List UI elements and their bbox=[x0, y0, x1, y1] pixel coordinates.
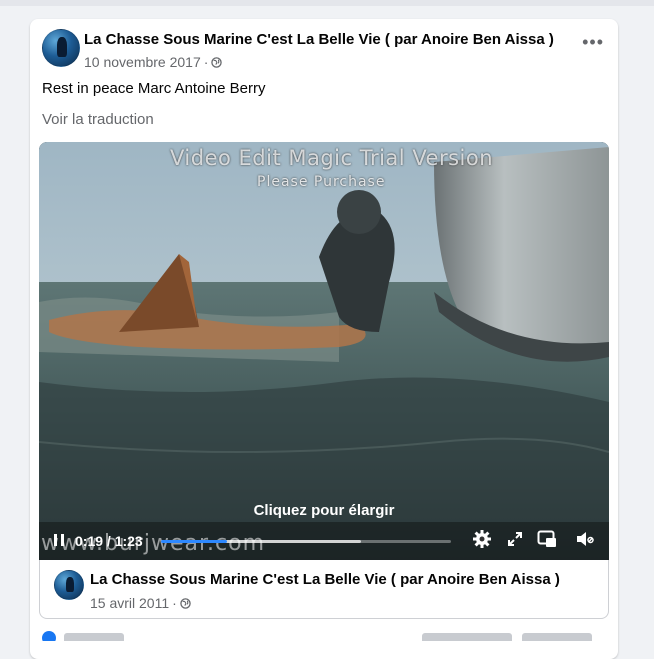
post-card: La Chasse Sous Marine C'est La Belle Vie… bbox=[30, 19, 618, 659]
meta-separator: · bbox=[203, 54, 209, 70]
shared-separator: · bbox=[172, 595, 177, 611]
video-watermark-subtitle: Please Purchase bbox=[257, 174, 386, 190]
like-reaction-icon bbox=[42, 631, 56, 641]
see-translation-link[interactable]: Voir la traduction bbox=[42, 111, 154, 128]
post-meta: 10 novembre 2017 · bbox=[84, 54, 223, 70]
more-options-icon[interactable]: ••• bbox=[582, 33, 604, 51]
picture-in-picture-icon[interactable] bbox=[537, 530, 557, 548]
shared-author[interactable]: La Chasse Sous Marine C'est La Belle Vie… bbox=[90, 571, 560, 588]
video-frame bbox=[39, 142, 609, 560]
pause-icon[interactable] bbox=[52, 532, 66, 548]
fullscreen-icon[interactable] bbox=[507, 531, 523, 547]
video-watermark-title: Video Edit Magic Trial Version bbox=[170, 146, 494, 170]
shared-meta: 15 avril 2011 · bbox=[90, 595, 191, 611]
played-fill bbox=[161, 540, 228, 543]
video-time: 0:19 / 1:23 bbox=[75, 533, 143, 549]
shared-date[interactable]: 15 avril 2011 bbox=[90, 595, 169, 611]
post-author[interactable]: La Chasse Sous Marine C'est La Belle Vie… bbox=[84, 31, 554, 48]
progress-bar[interactable] bbox=[161, 540, 451, 543]
video-player[interactable]: Video Edit Magic Trial Version Please Pu… bbox=[39, 142, 609, 560]
expand-video-link[interactable]: Cliquez pour élargir bbox=[39, 502, 609, 519]
post-date[interactable]: 10 novembre 2017 bbox=[84, 54, 201, 70]
post-text: Rest in peace Marc Antoine Berry bbox=[42, 80, 266, 97]
page-avatar[interactable] bbox=[42, 29, 80, 67]
settings-gear-icon[interactable] bbox=[472, 529, 492, 549]
video-controls: 0:19 / 1:23 bbox=[39, 526, 609, 556]
shared-page-avatar[interactable] bbox=[54, 570, 84, 600]
top-divider bbox=[0, 0, 654, 6]
reactions-row-peek bbox=[42, 631, 602, 641]
globe-icon bbox=[211, 56, 223, 68]
globe-icon bbox=[180, 597, 191, 609]
shared-post-attribution[interactable]: La Chasse Sous Marine C'est La Belle Vie… bbox=[39, 560, 609, 619]
volume-icon[interactable] bbox=[575, 530, 595, 548]
